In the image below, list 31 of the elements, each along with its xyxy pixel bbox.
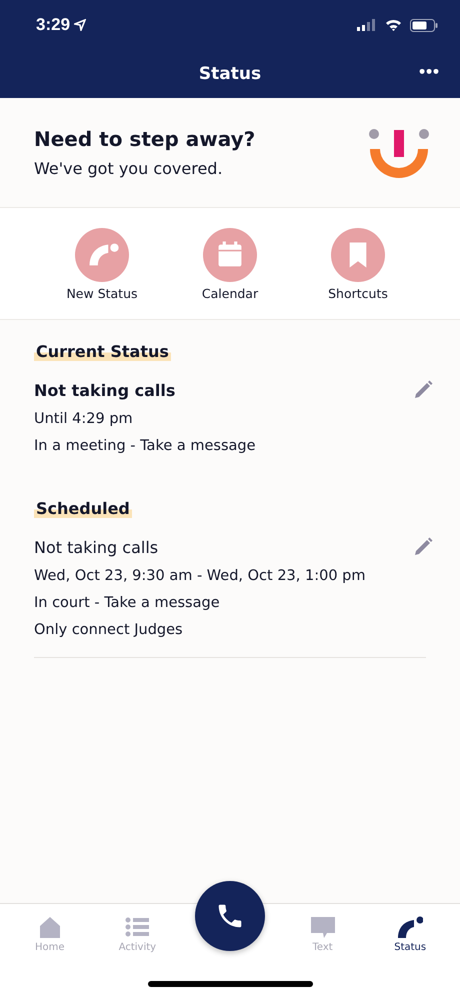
status-detail: In a meeting - Take a message [34, 438, 257, 455]
status-tab[interactable]: Status [380, 914, 440, 953]
screen-title: Status [198, 64, 262, 84]
calendar-icon [203, 228, 257, 282]
arc-dot-icon [75, 228, 129, 282]
speech-bubble-icon [310, 914, 336, 940]
more-menu-button[interactable]: ••• [419, 62, 440, 82]
wifi-icon [385, 19, 402, 31]
battery-icon [410, 18, 438, 32]
section-heading: Scheduled [34, 499, 132, 518]
edit-icon[interactable] [412, 536, 434, 558]
status-title: Not taking calls [34, 538, 158, 556]
edit-icon[interactable] [412, 379, 434, 401]
smiley-logo-icon [368, 128, 430, 178]
call-button[interactable] [194, 881, 265, 951]
hero-subtitle: We've got you covered. [34, 159, 224, 178]
status-detail: Until 4:29 pm [34, 411, 134, 428]
status-detail: In court - Take a message [34, 595, 221, 612]
clock-time: 3:29 [36, 15, 70, 35]
hero-title: Need to step away? [34, 127, 256, 151]
status-detail: Wed, Oct 23, 9:30 am - Wed, Oct 23, 1:00 pm [34, 568, 366, 585]
bookmark-action-button[interactable]: Shortcuts [309, 228, 407, 319]
arc-dot-icon [397, 914, 424, 940]
bookmark-icon [331, 228, 385, 282]
calendar-action-button[interactable]: Calendar [181, 228, 279, 319]
section-heading: Current Status [34, 342, 171, 361]
status-title: Not taking calls [34, 380, 176, 400]
signal-icon [357, 19, 377, 31]
location-arrow-icon [74, 19, 86, 31]
status-detail: Only connect Judges [34, 622, 184, 639]
status-action-button[interactable]: New Status [53, 228, 151, 319]
